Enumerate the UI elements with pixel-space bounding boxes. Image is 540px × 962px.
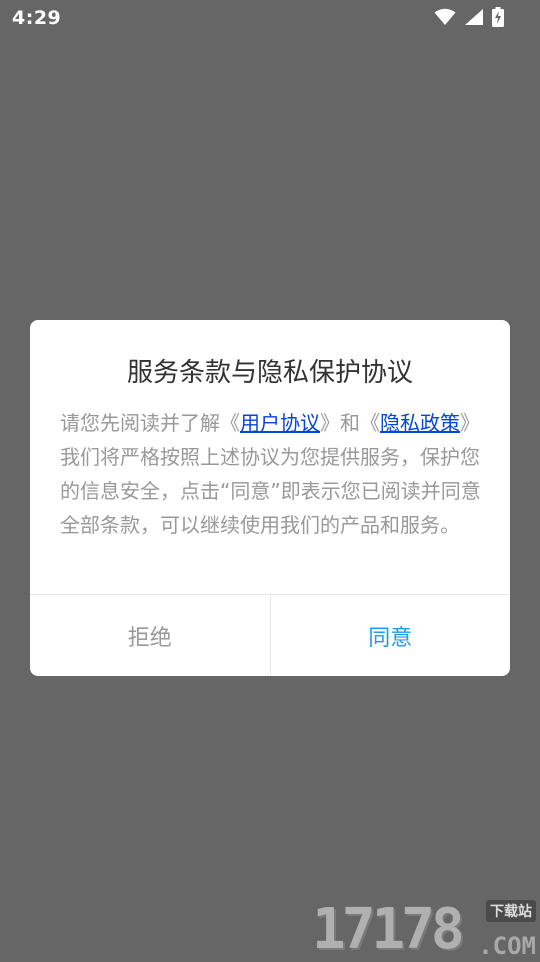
user-agreement-link[interactable]: 用户协议 xyxy=(240,411,320,435)
dialog-title: 服务条款与隐私保护协议 xyxy=(126,358,413,388)
status-icons xyxy=(434,7,504,27)
body-text-2: 》和《 xyxy=(320,411,380,435)
signal-icon xyxy=(464,8,484,26)
reject-button[interactable]: 拒绝 xyxy=(30,595,271,676)
watermark-digits: 17178 xyxy=(312,897,465,962)
agree-button[interactable]: 同意 xyxy=(271,595,511,676)
watermark-tag: 下载站 xyxy=(486,900,536,922)
watermark-suffix: .COM xyxy=(478,932,536,960)
battery-icon xyxy=(492,7,504,27)
dialog-body: 请您先阅读并了解《用户协议》和《隐私政策》我们将严格按照上述协议为您提供服务，保… xyxy=(60,406,484,542)
status-bar: 4:29 xyxy=(0,0,540,38)
privacy-policy-link[interactable]: 隐私政策 xyxy=(380,411,460,435)
status-time: 4:29 xyxy=(12,7,62,29)
watermark-logo: 17178 下载站 .COM xyxy=(312,896,536,960)
dialog-buttons: 拒绝 同意 xyxy=(30,595,510,676)
body-text-1: 请您先阅读并了解《 xyxy=(60,411,240,435)
wifi-icon xyxy=(434,8,456,26)
terms-dialog: 服务条款与隐私保护协议 请您先阅读并了解《用户协议》和《隐私政策》我们将严格按照… xyxy=(30,320,510,676)
